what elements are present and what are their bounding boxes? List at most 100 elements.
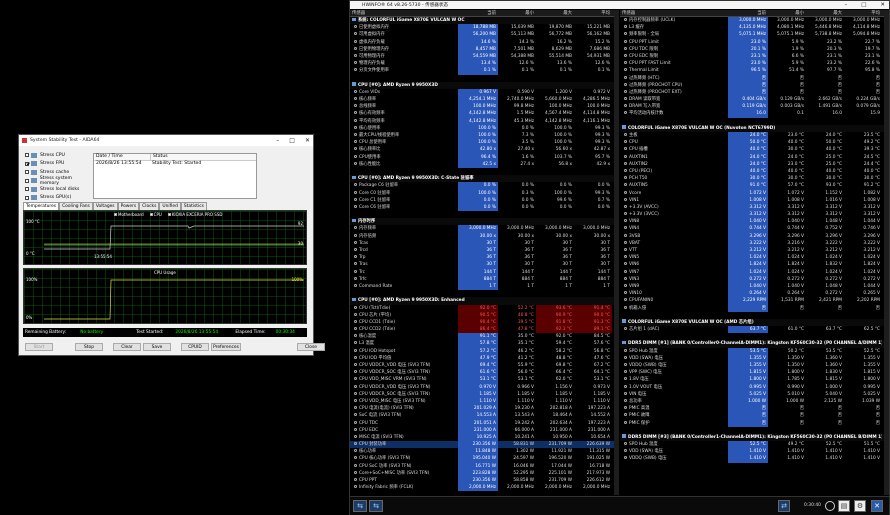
minimize-button[interactable]: – (276, 137, 279, 144)
hw-close-button[interactable]: ✕ (880, 2, 885, 8)
stress-option[interactable]: Stress system memory (19, 176, 91, 186)
stress-option[interactable]: Stress FPU (19, 160, 91, 169)
sensor-row[interactable]: CPU VDD_MISC VRM (SVI3 TFN) 53.1 °C 53.1 °… (350, 376, 614, 384)
sensor-row[interactable]: 核心使用率 100.0 % 0.0 % 100.0 % 99.3 % (350, 124, 614, 132)
sensor-row[interactable]: 频率限制 - 全局 5,075.1 MHz 5,075.1 MHz 5,738.8 M… (620, 31, 884, 39)
sensor-row[interactable]: 核心温度 91.1 °C 35.0 °C 92.0 °C 84.5 °C (350, 333, 614, 341)
sensor-row[interactable]: Package C6 驻留率 0.0 % 0.0 % 0.0 % 0.0 % (350, 182, 614, 190)
sensor-row[interactable]: CPU PPT Limit 23.0 % 5.9 % 23.2 % 22.7 % (620, 38, 884, 46)
sensor-row[interactable]: DDR5 DIMM [#1] (BANK 0/Controller0-Chann… (620, 340, 884, 348)
sensor-row[interactable] (350, 75, 614, 82)
sensor-row[interactable]: 平均有效频率 4,142.8 MHz 45.3 MHz 4,142.8 MHz 4,11… (350, 117, 614, 125)
sensor-row[interactable]: 内存时序 (350, 218, 614, 226)
sensor-row[interactable]: 可用虚拟内存 56,200 MB 55,113 MB 56,772 MB 56,162 … (350, 31, 614, 39)
checkbox[interactable] (25, 170, 29, 175)
network-icon[interactable]: ⇄ (778, 500, 790, 512)
column-2[interactable]: 最小 (498, 10, 536, 16)
tab-2[interactable]: Voltages (92, 202, 118, 210)
sensor-row[interactable]: VIN10 0.264 V 0.264 V 0.272 V 0.265 V (620, 290, 884, 298)
sensor-row[interactable]: CPU [#0]: AMD Ryzen 9 9950X3D: C-State 驻… (350, 175, 614, 183)
column-1[interactable]: 当前 (458, 10, 498, 16)
sensor-row[interactable]: +3.3V (AVCC) 3.312 V 3.312 V 3.312 V 3.312 V (620, 203, 884, 212)
checkbox[interactable] (25, 195, 29, 200)
sensor-row[interactable]: 核心有效频率 4,142.8 MHz 1.5 MHz 4,567.4 MHz 4,114… (350, 110, 614, 118)
sensor-row[interactable]: AUXTIN2 24.0 °C 23.0 °C 25.0 °C 24.4 °C (620, 160, 884, 168)
sensor-row[interactable]: VIN7 1.024 V 1.024 V 1.024 V 1.024 V (620, 268, 884, 276)
sensor-row[interactable]: Core+SoC+MISC 功率 (SVI3 TFN) 223.828 W 52.2… (350, 469, 614, 477)
sensor-row[interactable]: CPU 芯片 (平均) 90.5 °C 46.8 °C 90.9 °C 90.0 °C (350, 311, 614, 319)
sensor-row[interactable] (350, 290, 614, 297)
tab-4[interactable]: Clocks (139, 202, 160, 210)
close-dialog-button[interactable]: Close (297, 343, 325, 351)
sensor-row[interactable]: L3 温度 57.8 °C 35.1 °C 59.4 °C 57.6 °C (350, 340, 614, 348)
sensor-row[interactable]: CPU使用率 96.4 % 1.6 % 103.7 % 95.7 % (350, 153, 614, 161)
sensor-row[interactable]: AUXTIN1 24.0 °C 24.0 °C 25.0 °C 24.5 °C (620, 153, 884, 161)
sensor-row[interactable]: CPU VDDCR_SOC 电压 (SVI3 TFN) 1.185 V 1.185 … (350, 390, 614, 398)
sensor-row[interactable]: CPU 50.0 °C 40.0 °C 50.0 °C 49.2 °C (620, 139, 884, 147)
column-4[interactable]: 平均 (844, 10, 882, 16)
sensor-row[interactable]: 平均活动内核计数 16.0 0.1 16.0 15.9 (620, 110, 884, 118)
checkbox[interactable] (25, 153, 29, 158)
sensor-row[interactable]: CPU CCD1 (Tdie) 90.4 °C 39.5 °C 91.8 °C 91.3… (350, 318, 614, 327)
checkbox[interactable] (25, 187, 29, 192)
left-scrollbar[interactable] (614, 10, 619, 495)
sensor-row[interactable]: CPU [#0]: AMD Ryzen 9 9950X3D (350, 81, 614, 89)
sensor-row[interactable]: 内存控制器频率 (UCLK) 3,000.0 MHz 3,000.0 MHz 3,00… (620, 17, 884, 25)
sensor-row[interactable]: Core C0 驻留率 100.0 % 0.3 % 100.0 % 99.3 % (350, 189, 614, 197)
sensor-row[interactable]: VDD (SWA) 电压 1.355 V 1.350 V 1.360 V 1.355 V (620, 354, 884, 362)
sensor-row[interactable]: 芯片组 1 (dAC) 63.7 °C 61.0 °C 63.7 °C 62.5 °C (620, 326, 884, 334)
sensor-row[interactable]: 内存频率 3,000.0 MHz 3,000.0 MHz 3,000.0 MHz 3,0… (350, 225, 614, 233)
sensor-row[interactable]: 过热降频 (HTC) 否 否 否 否 (620, 74, 884, 82)
sensor-row[interactable] (620, 427, 884, 434)
sensor-row[interactable]: CPU PPT FAST Limit 23.0 % 5.9 % 23.2 % 22.6 … (620, 60, 884, 68)
sensor-row[interactable] (350, 168, 614, 175)
sensor-row[interactable]: CPU TDC 限制 20.1 % 1.9 % 20.3 % 19.7 % (620, 45, 884, 53)
sensor-row[interactable]: Core VIDs 0.967 V 0.590 V 1.200 V 0.972 V (350, 88, 614, 97)
settings-icon[interactable]: ⚙ (854, 500, 866, 512)
sensor-row[interactable] (620, 312, 884, 319)
sensor-row[interactable]: SPD Hub 温度 53.5 °C 50.2 °C 53.5 °C 52.5 °C (620, 347, 884, 355)
start-button[interactable]: Start (25, 343, 53, 351)
sensor-row[interactable]: 机箱入侵 否 否 否 否 (620, 304, 884, 312)
tab-3[interactable]: Powers (117, 202, 140, 210)
sensor-row[interactable]: PCH T50 30.0 °C 30.0 °C 30.0 °C 30.0 °C (620, 175, 884, 183)
sensor-row[interactable]: 虚拟内存负载 14.6 % 14.3 % 16.2 % 15.2 % (350, 38, 614, 46)
sensor-row[interactable]: CPU TDC 201.051 A 19.242 A 202.634 A 197.223… (350, 419, 614, 427)
right-scrollbar[interactable] (884, 10, 889, 495)
sensor-row[interactable]: PMIC 保护 否 否 否 否 (620, 419, 884, 427)
sensor-row[interactable]: 核心频率 4,254.1 MHz 2,740.0 MHz 5,660.0 MHz 4,2… (350, 96, 614, 104)
save-button[interactable]: Save (143, 343, 171, 351)
report-icon[interactable]: ▤ (838, 500, 850, 512)
sensor-row[interactable]: 内存倍频 30.00 x 30.00 x 30.00 x 30.00 x (350, 232, 614, 240)
sensor-row[interactable]: +3.3V (3VCC) 3.312 V 3.312 V 3.312 V 3.312 V (620, 211, 884, 219)
sensor-row[interactable]: 最大CPU/线程使用率 100.0 % 7.3 % 100.0 % 99.3 % (350, 132, 614, 140)
sensor-row[interactable]: CPU 总使用率 100.0 % 3.5 % 100.0 % 99.3 % (350, 139, 614, 147)
sensor-row[interactable]: CPU CCD2 (Tdie) 86.4 °C 47.8 °C 92.1 °C 89.1… (350, 326, 614, 334)
sensor-row[interactable]: 系统: COLORFUL iGame X870E VULCAN W OC (350, 17, 614, 25)
hw-maximize-button[interactable]: □ (861, 2, 866, 8)
tab-0[interactable]: Temperatures (23, 202, 60, 210)
sensor-row[interactable]: VDDQ (SWB) 电压 1.355 V 1.350 V 1.360 V 1.355 … (620, 362, 884, 370)
sensor-row[interactable]: Infinity Fabric 频率 (FCLK) 2,000.0 MHz 2,00… (350, 484, 614, 492)
checkbox[interactable] (25, 178, 29, 183)
sensor-row[interactable]: Trcd 36 T 36 T 36 T 36 T (350, 247, 614, 255)
sensor-row[interactable]: 1.0V VOUT 电压 0.995 V 0.990 V 1.000 V 0.995 V (620, 383, 884, 391)
sensor-row[interactable]: VIN5 1.024 V 1.024 V 1.024 V 1.024 V (620, 254, 884, 262)
sensor-row[interactable]: Tcas 30 T 30 T 30 T 30 T (350, 239, 614, 247)
sensor-row[interactable]: CPU 插槽 40.0 °C 30.0 °C 40.0 °C 39.3 °C (620, 146, 884, 154)
sensor-row[interactable]: SPD Hub 温度 52.5 °C 49.2 °C 52.5 °C 51.5 °C (620, 441, 884, 449)
column-4[interactable]: 平均 (574, 10, 612, 16)
sensor-row[interactable]: 分页文件使用率 0.1 % 0.1 % 0.1 % 0.1 % (350, 67, 614, 75)
sensor-row[interactable]: VPP (SWC) 电压 1.815 V 1.800 V 1.830 V 1.815 V (620, 369, 884, 377)
sensor-row[interactable]: VDDQ (SWB) 电压 1.410 V 1.410 V 1.410 V 1.410 … (620, 455, 884, 463)
sensor-row[interactable]: CPU 封装功率 230.356 W 58.831 W 231.709 W 226.63… (350, 441, 614, 449)
sensor-row[interactable]: VIN9 1.040 V 1.040 V 1.048 V 1.044 V (620, 282, 884, 291)
sensor-row[interactable]: Tras 30 T 30 T 30 T 30 T (350, 261, 614, 269)
sensor-row[interactable]: CPU VDD_MISC 电压 (SVI3 TFN) 1.110 V 1.110 V… (350, 397, 614, 406)
sensor-row[interactable]: CPU VDDCR_SOC 电压 (SVI3 TFN) 61.6 °C 56.0 °… (350, 369, 614, 377)
sensor-row[interactable]: CPU 电流(电流) (SVI3 TFN) 201.029 A 19.230 A 20… (350, 405, 614, 413)
sensor-row[interactable]: VIN3 0.272 V 0.272 V 0.272 V 0.272 V (620, 275, 884, 283)
sensor-row[interactable]: CPU PPT 230.356 W 58.858 W 231.709 W 226.612… (350, 477, 614, 485)
sensor-row[interactable]: VIN4 0.744 V 0.744 V 0.752 V 0.746 V (620, 225, 884, 233)
sensor-row[interactable]: Command Rate 1 T 1 T 1 T 1 T (350, 282, 614, 291)
